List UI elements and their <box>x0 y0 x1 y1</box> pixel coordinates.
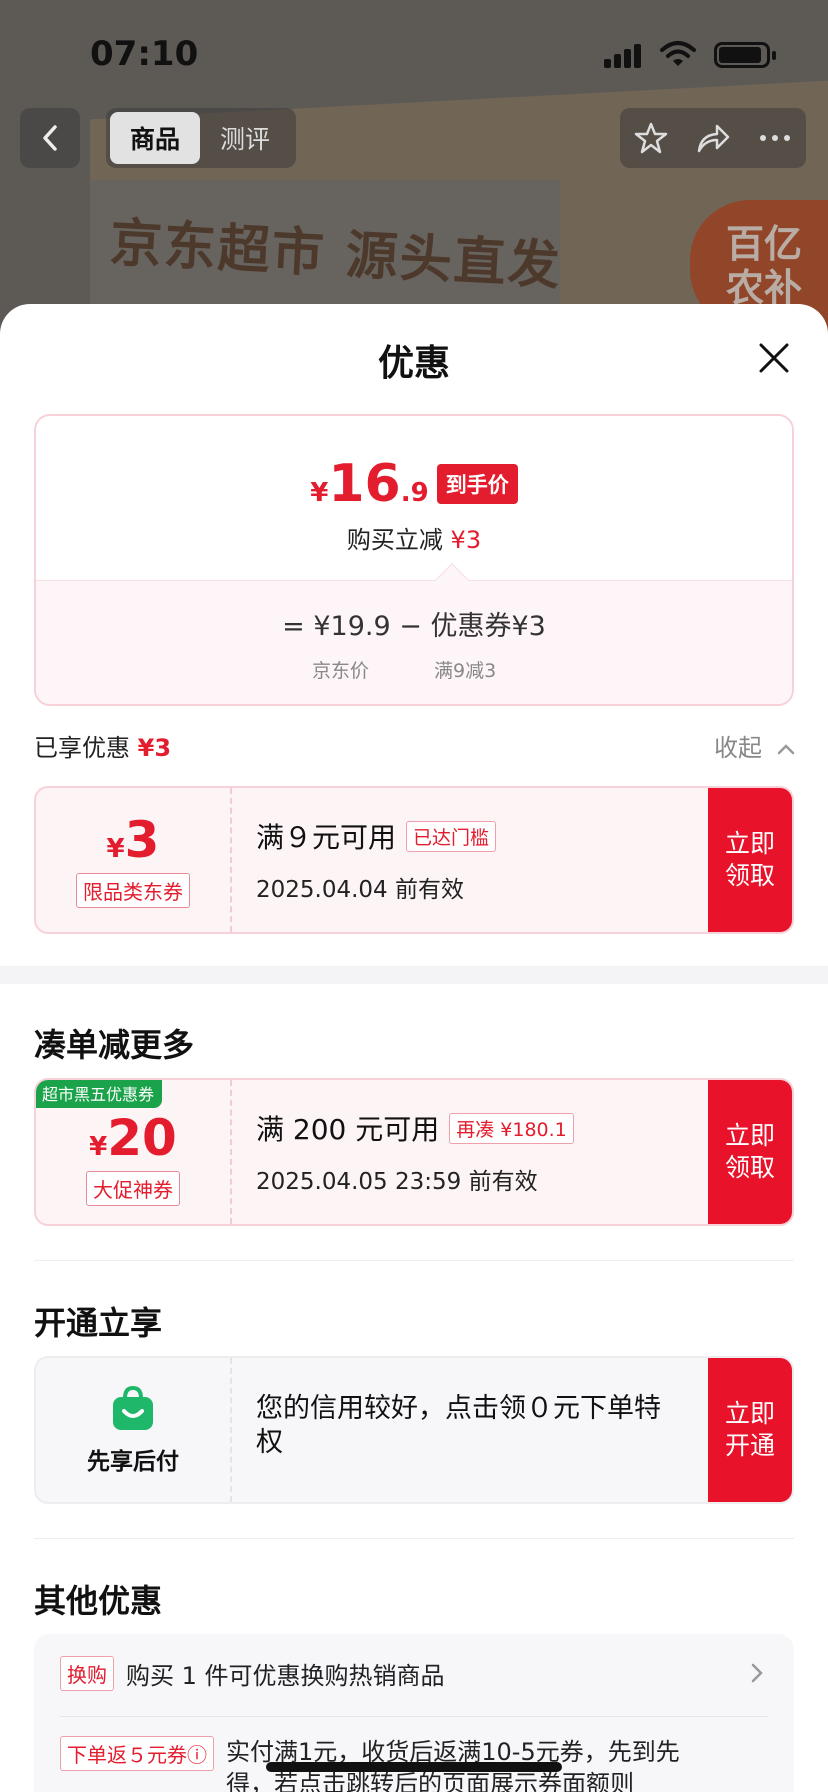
instant-discount-label: 购买立减 <box>346 526 443 554</box>
price-summary-card: ¥ 16 .9 到手价 购买立减 ¥3 = ¥19.9 − 优惠券¥3 京东价 … <box>34 414 794 706</box>
coupon-rule-label: 满9减3 <box>434 660 497 682</box>
coupon-threshold-tag: 已达门槛 <box>406 820 497 852</box>
claim-promo-coupon-button[interactable]: 立即领取 <box>708 1080 792 1224</box>
trade-in-text: 购买 1 件可优惠换购热销商品 <box>126 1662 445 1690</box>
share-icon[interactable] <box>695 121 731 155</box>
close-icon[interactable] <box>756 340 792 376</box>
trade-in-offer[interactable]: 换购 购买 1 件可优惠换购热销商品 <box>60 1656 445 1691</box>
activate-button[interactable]: 立即开通 <box>708 1358 792 1502</box>
enjoyed-label: 已享优惠 <box>34 734 130 762</box>
pay-later-label: 先享后付 <box>87 1449 179 1475</box>
sheet-title: 优惠 <box>377 343 450 384</box>
nav-actions <box>620 108 806 168</box>
section-divider <box>0 966 828 984</box>
coupon-type: 限品类东券 <box>76 872 190 908</box>
trade-in-tag: 换购 <box>60 1656 114 1691</box>
signal-icon <box>604 44 644 68</box>
promo-coupon-card: ¥ 20 大促神券 超市黑五优惠券 满 200 元可用 再凑 ¥180.1 20… <box>34 1078 794 1226</box>
coupon-condition: 满９元可用 <box>256 821 397 854</box>
coupon-currency: ¥ <box>89 1131 108 1162</box>
status-time: 07:10 <box>90 34 199 74</box>
more-section-title: 凑单减更多 <box>34 1026 195 1064</box>
coupon-expiry: 2025.04.04 前有效 <box>256 877 464 903</box>
cashback-tag[interactable]: 下单返５元券ⓘ <box>60 1736 214 1771</box>
currency-symbol: ¥ <box>310 478 329 508</box>
instant-discount-amount: ¥3 <box>450 526 482 554</box>
instant-discount: 购买立减 ¥3 <box>36 520 792 555</box>
wifi-icon <box>660 41 696 66</box>
final-price-badge: 到手价 <box>436 464 518 504</box>
chevron-up-icon <box>777 744 794 755</box>
coupon-amount: 20 <box>107 1108 177 1167</box>
coupon-card: ¥ 3 限品类东券 满９元可用 已达门槛 2025.04.04 前有效 立即领取 <box>34 786 794 934</box>
chevron-left-icon <box>43 125 57 151</box>
coupon-value: ¥ 3 限品类东券 <box>36 788 232 932</box>
more-icon[interactable] <box>758 133 792 143</box>
final-price: ¥ 16 .9 到手价 <box>36 454 792 514</box>
coupon-expiry: 2025.04.05 23:59 前有效 <box>256 1169 538 1195</box>
claim-coupon-button[interactable]: 立即领取 <box>708 788 792 932</box>
pay-later-text: 您的信用较好，点击领０元下单特权 <box>256 1393 661 1458</box>
coupon-amount: 3 <box>124 810 160 869</box>
coupon-type: 大促神券 <box>86 1170 180 1206</box>
battery-icon <box>714 42 776 68</box>
collapse-toggle[interactable]: 收起 <box>714 728 796 763</box>
price-integer: 16 <box>328 454 401 514</box>
coupon-gap-tag: 再凑 ¥180.1 <box>449 1112 574 1144</box>
pay-later-card: 先享后付 您的信用较好，点击领０元下单特权 立即开通 <box>34 1356 794 1504</box>
coupon-currency: ¥ <box>106 833 125 864</box>
discount-sheet: 优惠 ¥ 16 .9 到手价 购买立减 ¥3 = ¥19.9 − 优惠券¥3 京… <box>0 304 828 1792</box>
enjoyed-discount: 已享优惠 ¥3 <box>34 728 171 763</box>
price-decimal: .9 <box>400 478 429 508</box>
star-icon[interactable] <box>634 121 668 155</box>
price-formula: = ¥19.9 − 优惠券¥3 <box>282 611 546 642</box>
other-section-title: 其他优惠 <box>34 1582 163 1620</box>
home-indicator <box>266 1762 562 1772</box>
shopping-bag-icon <box>113 1385 153 1430</box>
jd-price-label: 京东价 <box>312 660 370 682</box>
tab-review[interactable]: 测评 <box>200 112 290 164</box>
enjoyed-amount: ¥3 <box>137 734 172 762</box>
nav-tabs: 商品 测评 <box>106 108 296 168</box>
collapse-label: 收起 <box>714 734 762 762</box>
coupon-condition: 满 200 元可用 <box>256 1113 440 1146</box>
status-bar: 07:10 <box>0 0 828 100</box>
coupon-ribbon: 超市黑五优惠券 <box>36 1080 163 1108</box>
chevron-right-icon[interactable] <box>750 1662 764 1684</box>
back-button[interactable] <box>20 108 80 168</box>
open-section-title: 开通立享 <box>34 1304 163 1342</box>
tab-product[interactable]: 商品 <box>110 112 200 164</box>
